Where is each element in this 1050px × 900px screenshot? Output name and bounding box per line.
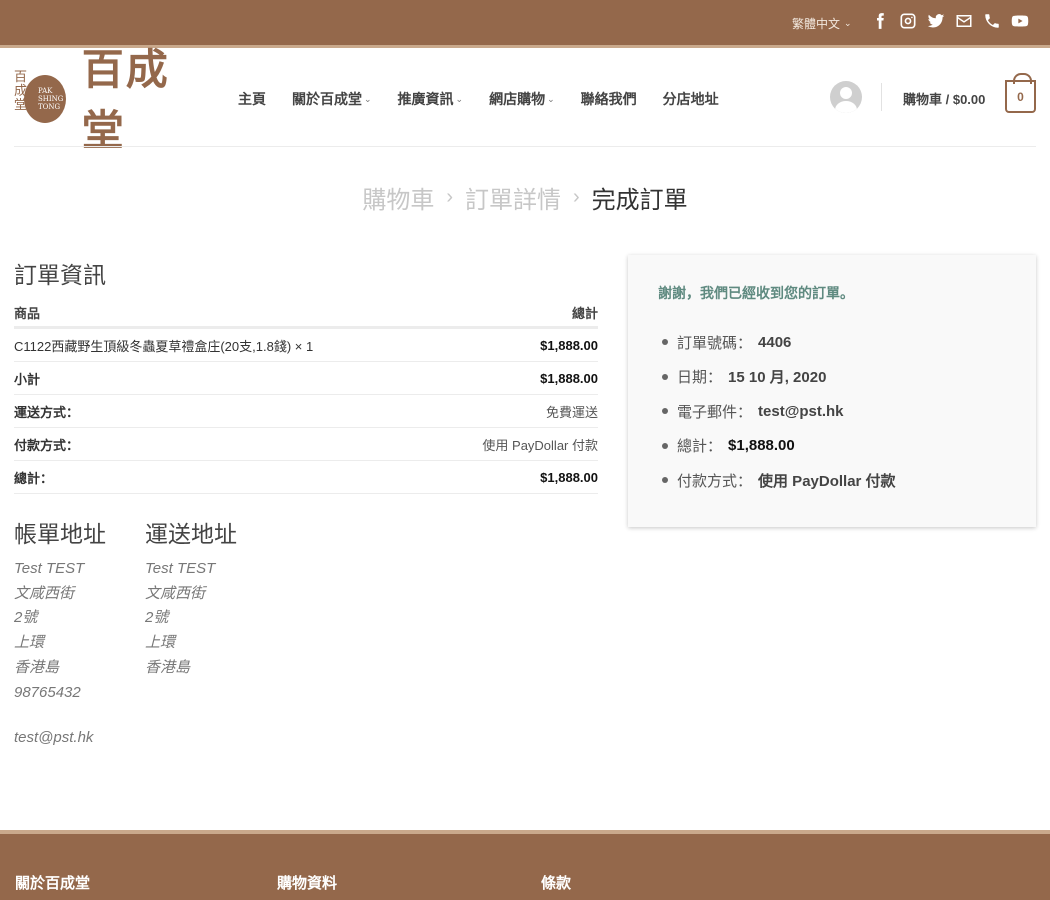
cart-link[interactable]: 購物車 / $0.00 <box>903 89 985 108</box>
order-number: 4406 <box>758 333 792 351</box>
cart-count: 0 <box>1017 89 1024 104</box>
table-row: 小計 $1,888.00 <box>14 362 598 395</box>
main-nav: 主頁 關於百成堂 ⌄ 推廣資訊 ⌄ 網店購物 ⌄ 聯絡我們 分店地址 <box>238 89 745 109</box>
billing-phone: 98765432 <box>14 683 81 701</box>
table-row: 總計： $1,888.00 <box>14 461 598 494</box>
logo-mark-latin: PAK SHING TONG <box>38 87 64 111</box>
order-total: $1,888.00 <box>728 437 795 455</box>
shipping-label: 運送方式： <box>14 404 80 420</box>
header-divider-line <box>14 146 1036 147</box>
footer-heading-terms: 條款 <box>541 874 572 892</box>
cart-bag-icon[interactable]: 0 <box>1005 73 1036 113</box>
order-email-label: 電子郵件： <box>677 403 753 421</box>
language-switcher[interactable]: 繁體中文 ⌄ <box>792 15 852 32</box>
shipping-line: Test TEST <box>145 560 216 577</box>
list-item: 總計： $1,888.00 <box>658 429 896 464</box>
column-total: 總計 <box>571 305 598 321</box>
social-links <box>870 10 1030 32</box>
billing-line: Test TEST <box>14 560 85 577</box>
total-label: 總計： <box>14 470 54 486</box>
envelope-icon[interactable] <box>954 10 974 32</box>
payment-value: 使用 PayDollar 付款 <box>482 437 598 453</box>
order-number-label: 訂單號碼： <box>677 334 753 352</box>
site-logo[interactable]: 百成堂 PAK SHING TONG 百成堂 <box>14 45 208 155</box>
table-row: 運送方式： 免費運送 <box>14 395 598 428</box>
table-row: C1122西藏野生頂級冬蟲夏草禮盒庄(20支,1.8錢) × 1 $1,888.… <box>14 329 598 362</box>
footer-heading-shopping: 購物資料 <box>277 874 338 892</box>
phone-icon[interactable] <box>982 10 1002 32</box>
order-date: 15 10 月, 2020 <box>728 369 827 387</box>
breadcrumb-details[interactable]: 訂單詳情 <box>465 180 561 215</box>
shipping-line: 2號 <box>145 609 169 627</box>
shipping-address: Test TEST 文咸西街 2號 上環 香港島 <box>145 557 215 681</box>
total-value: $1,888.00 <box>540 469 598 485</box>
logo-mark: 百成堂 PAK SHING TONG <box>14 70 66 123</box>
chevron-down-icon: ⌄ <box>547 93 555 104</box>
breadcrumb-cart[interactable]: 購物車 <box>362 180 434 215</box>
chevron-down-icon: ⌄ <box>844 18 852 28</box>
shipping-value: 免費運送 <box>545 404 598 420</box>
instagram-icon[interactable] <box>898 10 918 32</box>
nav-item-contact[interactable]: 聯絡我們 <box>581 89 637 109</box>
breadcrumb-complete: 完成訂單 <box>591 186 688 214</box>
brand-name: 百成堂 <box>81 45 170 155</box>
order-summary-list: 訂單號碼： 4406 日期： 15 10 月, 2020 電子郵件： test@pst… <box>658 325 896 498</box>
table-row: 付款方式： 使用 PayDollar 付款 <box>14 428 598 461</box>
chevron-right-icon: › <box>446 186 453 208</box>
order-date-label: 日期： <box>677 369 723 387</box>
list-item: 電子郵件： test@pst.hk <box>658 394 896 429</box>
order-payment: 使用 PayDollar 付款 <box>758 472 896 490</box>
order-payment-label: 付款方式： <box>677 472 753 490</box>
youtube-icon[interactable] <box>1010 10 1030 32</box>
payment-label: 付款方式： <box>14 437 80 453</box>
item-name[interactable]: C1122西藏野生頂級冬蟲夏草禮盒庄(20支,1.8錢) × 1 <box>14 336 313 355</box>
order-email: test@pst.hk <box>758 402 844 420</box>
shipping-line: 香港島 <box>145 658 191 676</box>
order-table: 商品 總計 C1122西藏野生頂級冬蟲夏草禮盒庄(20支,1.8錢) × 1 $… <box>14 298 598 494</box>
table-header: 商品 總計 <box>14 298 598 329</box>
header-divider <box>881 83 882 111</box>
nav-item-promotions[interactable]: 推廣資訊 ⌄ <box>398 89 464 109</box>
checkout-breadcrumb: 購物車 › 訂單詳情 › 完成訂單 <box>0 180 1050 215</box>
order-total-label: 總計： <box>677 438 723 456</box>
thank-you-message: 謝謝，我們已經收到您的訂單。 <box>658 286 854 302</box>
shipping-line: 文咸西街 <box>145 584 206 602</box>
billing-address-title: 帳單地址 <box>14 522 106 548</box>
nav-item-shop[interactable]: 網店購物 ⌄ <box>489 89 555 109</box>
account-avatar-icon[interactable] <box>830 81 862 113</box>
logo-mark-chars: 百成堂 <box>14 70 28 113</box>
billing-line: 香港島 <box>14 658 60 676</box>
item-total: $1,888.00 <box>540 337 598 353</box>
billing-line: 文咸西街 <box>14 584 75 602</box>
shipping-line: 上環 <box>145 634 176 652</box>
nav-item-home[interactable]: 主頁 <box>238 89 266 109</box>
list-item: 付款方式： 使用 PayDollar 付款 <box>658 463 896 498</box>
billing-line: 2號 <box>14 609 38 627</box>
language-label: 繁體中文 <box>792 17 841 31</box>
order-info-title: 訂單資訊 <box>14 263 106 289</box>
list-item: 訂單號碼： 4406 <box>658 325 896 360</box>
chevron-down-icon: ⌄ <box>364 93 372 104</box>
nav-item-about[interactable]: 關於百成堂 ⌄ <box>292 89 372 109</box>
billing-line: 上環 <box>14 634 45 652</box>
nav-item-branches[interactable]: 分店地址 <box>663 89 719 109</box>
column-product: 商品 <box>14 305 41 321</box>
facebook-icon[interactable] <box>870 10 890 32</box>
billing-address: Test TEST 文咸西街 2號 上環 香港島 98765432 test@p… <box>14 557 93 751</box>
site-footer: 關於百成堂 購物資料 條款 <box>0 830 1050 900</box>
chevron-down-icon: ⌄ <box>455 93 464 104</box>
subtotal-label: 小計 <box>14 371 41 387</box>
shipping-address-title: 運送地址 <box>145 522 237 548</box>
list-item: 日期： 15 10 月, 2020 <box>658 360 896 395</box>
chevron-right-icon: › <box>573 186 580 208</box>
billing-email: test@pst.hk <box>14 729 94 747</box>
footer-heading-about: 關於百成堂 <box>15 874 91 892</box>
subtotal-value: $1,888.00 <box>540 370 598 386</box>
order-summary-card: 謝謝，我們已經收到您的訂單。 訂單號碼： 4406 日期： 15 10 月, 202… <box>628 255 1036 527</box>
twitter-icon[interactable] <box>926 10 946 32</box>
